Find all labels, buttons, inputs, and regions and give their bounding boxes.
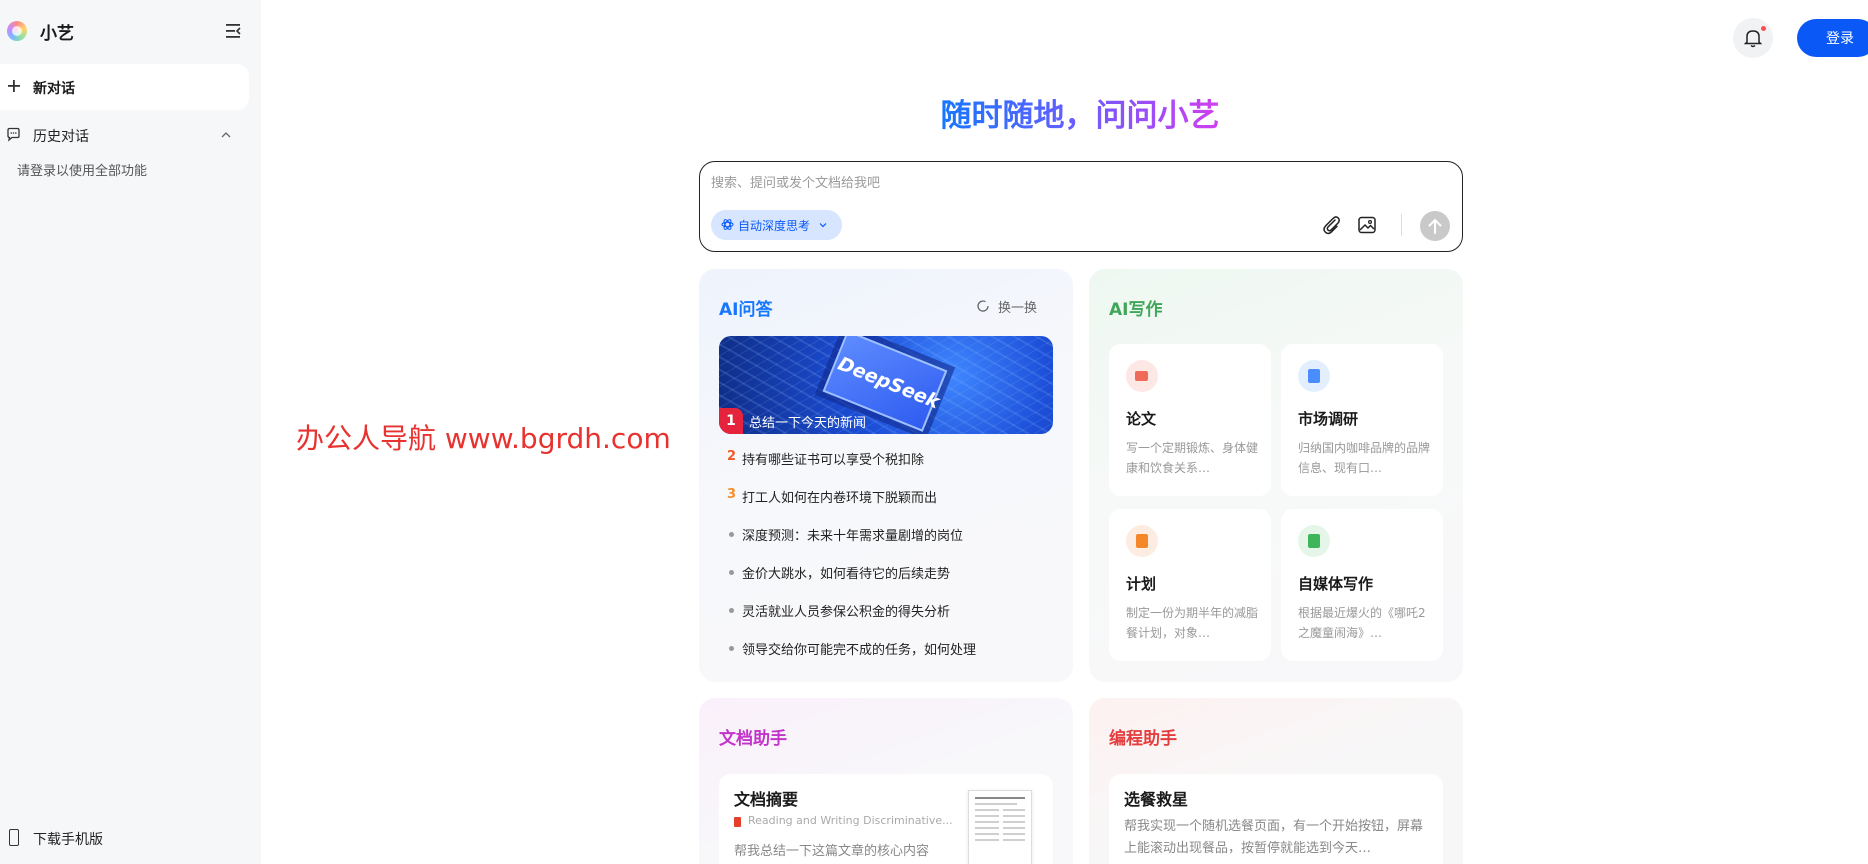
tile-name: 选餐救星 [1124, 790, 1189, 809]
ai-writing-title: AI写作 [1109, 300, 1163, 320]
sidebar-collapse-icon[interactable] [222, 21, 244, 41]
qa-question-list: 2 持有哪些证书可以享受个税扣除 3 打工人如何在内卷环境下脱颖而出 深度预测：… [719, 449, 1059, 677]
document-icon [1298, 360, 1330, 392]
notification-button[interactable] [1733, 18, 1773, 58]
qa-item-text: 金价大跳水，如何看待它的后续走势 [742, 567, 951, 582]
ai-writing-card: AI写作 论文 写一个定期锻炼、身体健康和饮食关系… 市场调研 归纳国内咖啡品牌… [1089, 269, 1463, 682]
qa-item[interactable]: 3 打工人如何在内卷环境下脱颖而出 [719, 487, 1059, 525]
tile-desc: 根据最近爆火的《哪吒2之魔童闹海》… [1298, 606, 1426, 640]
top-news-banner[interactable]: DeepSeek 1 总结一下今天的新闻 [719, 336, 1053, 434]
watermark-text: 办公人导航 www.bgrdh.com [296, 422, 671, 455]
deep-think-toggle[interactable]: 自动深度思考 [711, 210, 842, 240]
writing-tile-market-research[interactable]: 市场调研 归纳国内咖啡品牌的品牌信息、现有口… [1281, 344, 1443, 496]
rank-number: 2 [727, 449, 737, 464]
tile-name: 市场调研 [1298, 410, 1359, 428]
bullet-dot [729, 570, 734, 575]
login-hint: 请登录以使用全部功能 [17, 164, 148, 179]
tile-name: 自媒体写作 [1298, 575, 1374, 593]
writing-tile-paper[interactable]: 论文 写一个定期锻炼、身体健康和饮食关系… [1109, 344, 1271, 496]
pdf-icon [734, 817, 741, 827]
notification-dot [1761, 26, 1766, 31]
bullet-dot [729, 532, 734, 537]
input-divider [1401, 214, 1402, 236]
tile-desc: 归纳国内咖啡品牌的品牌信息、现有口… [1298, 441, 1430, 475]
code-assistant-title: 编程助手 [1109, 729, 1177, 749]
bullet-dot [729, 646, 734, 651]
qa-item[interactable]: 金价大跳水，如何看待它的后续走势 [719, 563, 1059, 601]
qa-item-text: 打工人如何在内卷环境下脱颖而出 [742, 491, 938, 506]
tile-name: 论文 [1126, 410, 1157, 428]
writing-tile-plan[interactable]: 计划 制定一份为期半年的减脂餐计划，对象… [1109, 509, 1271, 661]
deep-think-label: 自动深度思考 [738, 219, 811, 233]
chat-input-box: 自动深度思考 [699, 161, 1463, 252]
qa-item[interactable]: 领导交给你可能完不成的任务，如何处理 [719, 639, 1059, 677]
arrow-up-icon [1428, 218, 1442, 234]
sidebar-header: 小艺 [0, 0, 261, 62]
qa-item-text: 灵活就业人员参保公积金的得失分析 [742, 605, 951, 620]
login-button[interactable]: 登录 [1797, 19, 1868, 57]
tile-name: 计划 [1126, 575, 1157, 593]
doc-summary-tile[interactable]: 文档摘要 Reading and Writing Discriminative.… [719, 774, 1053, 864]
bullet-dot [729, 608, 734, 613]
download-mobile-button[interactable]: 下载手机版 [0, 826, 249, 850]
media-icon [1298, 525, 1330, 557]
phone-icon [9, 829, 19, 846]
file-name: Reading and Writing Discriminative... [748, 814, 953, 827]
meal-picker-tile[interactable]: 选餐救星 帮我实现一个随机选餐页面，有一个开始按钮，屏幕上能滚动出现餐品，按暂停… [1109, 774, 1443, 864]
doc-assistant-card: 文档助手 文档摘要 Reading and Writing Discrimina… [699, 698, 1073, 864]
hero-title-wrapper: 随时随地，问问小艺 [0, 90, 1868, 135]
send-button[interactable] [1420, 211, 1450, 241]
qa-item[interactable]: 2 持有哪些证书可以享受个税扣除 [719, 449, 1059, 487]
writing-tile-self-media[interactable]: 自媒体写作 根据最近爆火的《哪吒2之魔童闹海》… [1281, 509, 1443, 661]
tile-desc: 帮我实现一个随机选餐页面，有一个开始按钮，屏幕上能滚动出现餐品，按暂停就能选到今… [1124, 819, 1424, 856]
tile-desc: 帮我总结一下这篇文章的核心内容 [734, 844, 930, 859]
code-assistant-card: 编程助手 选餐救星 帮我实现一个随机选餐页面，有一个开始按钮，屏幕上能滚动出现餐… [1089, 698, 1463, 864]
paper-icon [1126, 360, 1158, 392]
download-label: 下载手机版 [33, 832, 103, 848]
refresh-label: 换一换 [998, 301, 1038, 316]
ai-qa-title: AI问答 [719, 300, 773, 320]
document-thumbnail [968, 790, 1032, 864]
chevron-down-icon [819, 223, 827, 228]
tile-desc: 写一个定期锻炼、身体健康和饮食关系… [1126, 441, 1258, 475]
bell-icon [1744, 30, 1762, 48]
plan-icon [1126, 525, 1158, 557]
qa-item[interactable]: 深度预测：未来十年需求量剧增的岗位 [719, 525, 1059, 563]
qa-item[interactable]: 灵活就业人员参保公积金的得失分析 [719, 601, 1059, 639]
qa-item-text: 领导交给你可能完不成的任务，如何处理 [742, 643, 977, 658]
top-news-caption: 总结一下今天的新闻 [749, 416, 867, 431]
doc-assistant-title: 文档助手 [719, 729, 787, 749]
tile-name: 文档摘要 [734, 790, 799, 809]
hero-title: 随时随地，问问小艺 [940, 98, 1220, 134]
app-name: 小艺 [40, 24, 74, 44]
image-icon[interactable] [1357, 215, 1377, 235]
qa-item-text: 深度预测：未来十年需求量剧增的岗位 [742, 529, 964, 544]
rank-1-badge: 1 [719, 408, 743, 434]
chat-input[interactable] [711, 172, 1411, 194]
tile-desc: 制定一份为期半年的减脂餐计划，对象… [1126, 606, 1258, 640]
app-logo [7, 21, 27, 41]
qa-item-text: 持有哪些证书可以享受个税扣除 [742, 453, 925, 468]
refresh-icon [977, 300, 989, 312]
atom-icon [721, 219, 734, 230]
paperclip-icon[interactable] [1320, 214, 1342, 236]
ai-qa-card: AI问答 换一换 DeepSeek 1 总结一下今天的新闻 2 持有哪些证书可以… [699, 269, 1073, 682]
rank-number: 3 [727, 487, 737, 502]
